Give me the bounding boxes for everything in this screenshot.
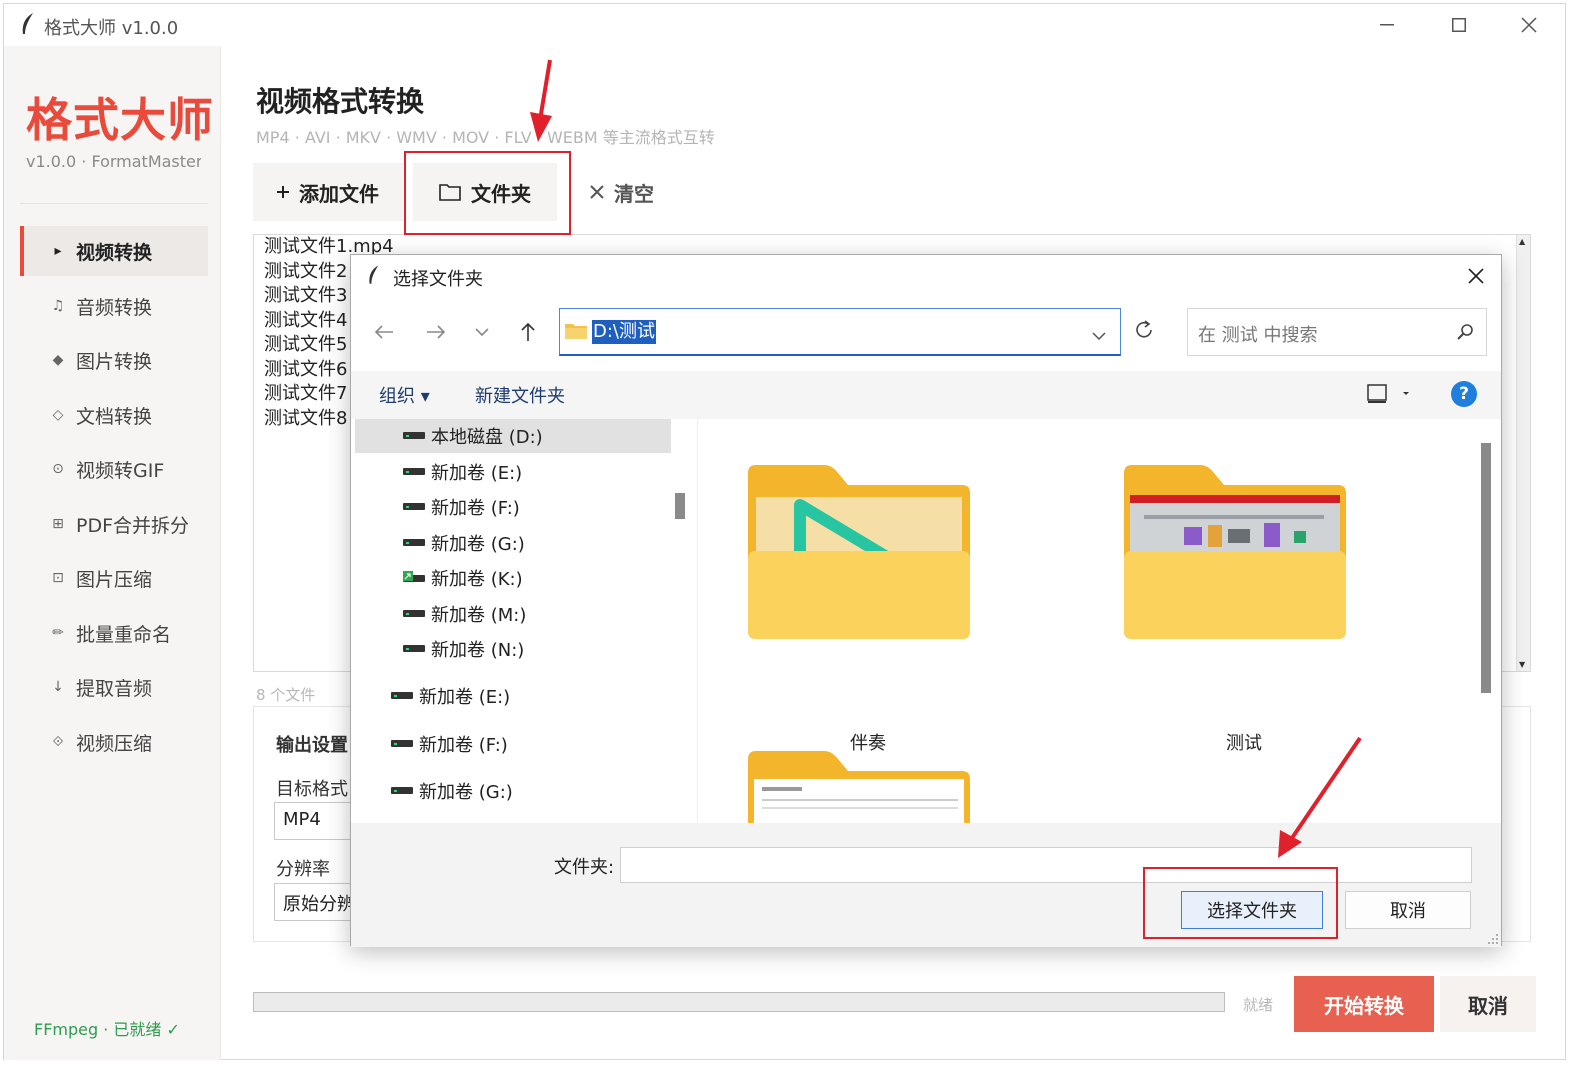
annotation-arrow-icon — [530, 59, 552, 142]
annotation-arrow-icon — [1278, 736, 1362, 858]
annotation-arrows — [530, 59, 1362, 858]
